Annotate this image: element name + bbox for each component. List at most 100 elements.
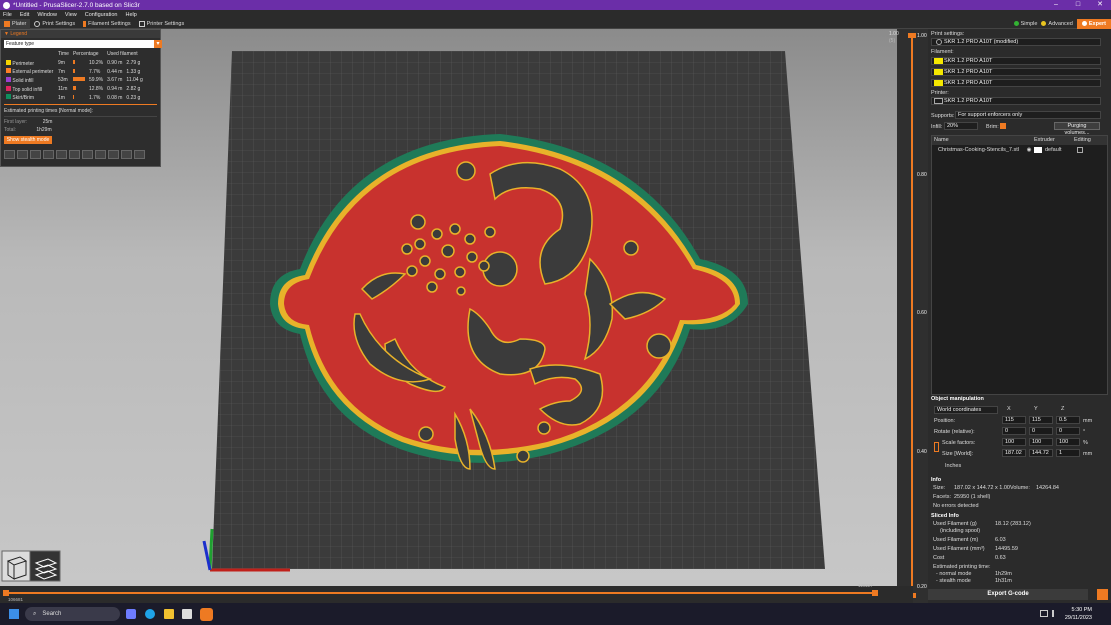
mode-advanced[interactable]: Advanced [1041,19,1073,29]
tool-icon-2[interactable] [17,150,28,160]
filament-color-swatch [934,69,943,75]
object-extruder[interactable]: default [1045,147,1073,153]
rotate-y-input[interactable]: 0 [1029,427,1053,435]
tab-plater[interactable]: Plater [0,18,31,29]
brim-checkbox[interactable] [1000,123,1006,129]
tool-icon-3[interactable] [30,150,41,160]
perimeter-swatch [6,59,11,65]
percentage-bar [72,77,85,82]
legend-row[interactable]: Top solid infill 11m 12.8% 0.94 m 2.82 g [4,85,145,94]
position-x-input[interactable]: 115 [1002,416,1026,424]
edit-icon[interactable] [1077,146,1083,153]
upper-thumb[interactable] [908,33,916,38]
col-extruder[interactable]: Extruder [1034,136,1074,145]
prusaslicer-taskbar-icon[interactable] [200,608,213,621]
legend-header[interactable]: ▼ Legend [1,30,160,38]
legend-row[interactable]: Solid infill 53m 59.9% 3.67 m 11.04 g [4,76,145,85]
size-y-input[interactable]: 144.72 [1029,449,1053,457]
layer-slider[interactable]: 1.00 (5) 1.00 0.80 0.60 0.40 0.20 [889,29,928,603]
tool-icon-5[interactable] [56,150,67,160]
folder-icon[interactable] [164,609,174,619]
move-slider[interactable]: 106681 128227 [0,583,913,603]
sliced-info-title: Sliced Info [931,513,959,519]
mode-expert[interactable]: Expert [1076,18,1111,29]
filament-combo-1[interactable]: SKR 1.2 PRO A10T [931,57,1101,65]
close-button[interactable]: ✕ [1089,0,1111,10]
export-gcode-button[interactable]: Export G-code [928,589,1088,600]
menu-view[interactable]: View [65,12,77,18]
tool-icon-9[interactable] [108,150,119,160]
right-panel: Print settings: SKR 1.2 PRO A10T (modifi… [928,29,1111,603]
size-x-input[interactable]: 187.02 [1002,449,1026,457]
size-unit: mm [1083,451,1093,457]
advanced-dot-icon [1041,21,1047,26]
menu-file[interactable]: File [3,12,12,18]
info-volume-label: Volume: [1010,485,1030,491]
filament-combo-2[interactable]: SKR 1.2 PRO A10T [931,68,1101,76]
coordinates-select[interactable]: World coordinates [934,406,998,414]
sliced-value: 14495.59 [995,546,1018,552]
tab-filament-settings[interactable]: Filament Settings [79,19,135,29]
size-z-input[interactable]: 1 [1056,449,1080,457]
scale-x-input[interactable]: 100 [1002,438,1026,446]
network-icon[interactable] [1040,610,1048,617]
position-z-input[interactable]: 0.5 [1056,416,1080,424]
position-y-input[interactable]: 115 [1029,416,1053,424]
menu-edit[interactable]: Edit [20,12,29,18]
purging-volumes-button[interactable]: Purging volumes... [1054,122,1100,136]
taskbar-search[interactable]: ⌕ Search [25,607,120,621]
menu-help[interactable]: Help [125,12,136,18]
feature-type-select[interactable]: Feature type ▾ [4,40,162,48]
col-name[interactable]: Name [932,136,1034,145]
filament-icon [83,20,87,27]
inches-checkbox-label[interactable]: Inches [945,463,961,469]
maximize-button[interactable]: □ [1067,0,1089,10]
printer-profile-combo[interactable]: SKR 1.2 PRO A10T [931,97,1101,105]
sliced-label: Cost [933,555,945,561]
minimize-button[interactable]: – [1045,0,1067,10]
tab-print-settings[interactable]: Print Settings [30,19,79,29]
tool-icon-1[interactable] [4,150,15,160]
tool-icon-6[interactable] [69,150,80,160]
rotate-z-input[interactable]: 0 [1056,427,1080,435]
supports-select[interactable]: For support enforcers only [955,111,1101,119]
mode-simple[interactable]: Simple [1013,19,1037,29]
scale-y-input[interactable]: 100 [1029,438,1053,446]
right-value: 128227 [858,583,874,588]
percentage-bar [72,86,76,91]
lock-icon[interactable] [934,442,939,452]
legend-table: Time Percentage Used filament Perimeter … [4,50,145,102]
menu-window[interactable]: Window [37,12,57,18]
object-row[interactable]: Christmas-Cooking-Stencils_7.stl ◉ defau… [932,145,1107,154]
tab-printer-settings[interactable]: Printer Settings [135,19,189,29]
y-axis [208,528,214,571]
store-icon[interactable] [182,609,192,619]
volume-icon[interactable] [1052,610,1059,617]
filament-combo-3[interactable]: SKR 1.2 PRO A10T [931,79,1101,87]
right-thumb[interactable] [872,590,878,596]
col-editing[interactable]: Editing [1074,136,1091,145]
send-to-printer-icon[interactable] [1097,589,1108,600]
infill-select[interactable]: 20% [944,122,978,130]
scale-z-input[interactable]: 100 [1056,438,1080,446]
tool-icon-7[interactable] [82,150,93,160]
legend-row[interactable]: External perimeter 7m 7.7% 0.44 m 1.33 g [4,67,145,76]
legend-row[interactable]: Skirt/Brim 1m 1.7% 0.08 m 0.23 g [4,93,145,102]
sliced-value: 6.03 [995,537,1006,543]
edge-icon[interactable] [145,609,155,619]
tool-icon-8[interactable] [95,150,106,160]
windows-start-icon[interactable] [9,609,19,619]
app-icon-1[interactable] [126,609,136,619]
left-thumb[interactable] [3,590,9,596]
show-stealth-mode-button[interactable]: Show stealth mode [4,136,52,145]
menu-configuration[interactable]: Configuration [85,12,118,18]
legend-row[interactable]: Perimeter 9m 10.2% 0.90 m 2.79 g [4,59,145,68]
eye-icon[interactable]: ◉ [1024,147,1034,153]
info-size-label: Size: [933,485,946,491]
object-list[interactable]: Name Extruder Editing Christmas-Cooking-… [931,135,1108,395]
print-profile-combo[interactable]: SKR 1.2 PRO A10T (modified) [931,38,1101,46]
rotate-x-input[interactable]: 0 [1002,427,1026,435]
tool-icon-11[interactable] [134,150,145,160]
tool-icon-10[interactable] [121,150,132,160]
tool-icon-4[interactable] [43,150,54,160]
